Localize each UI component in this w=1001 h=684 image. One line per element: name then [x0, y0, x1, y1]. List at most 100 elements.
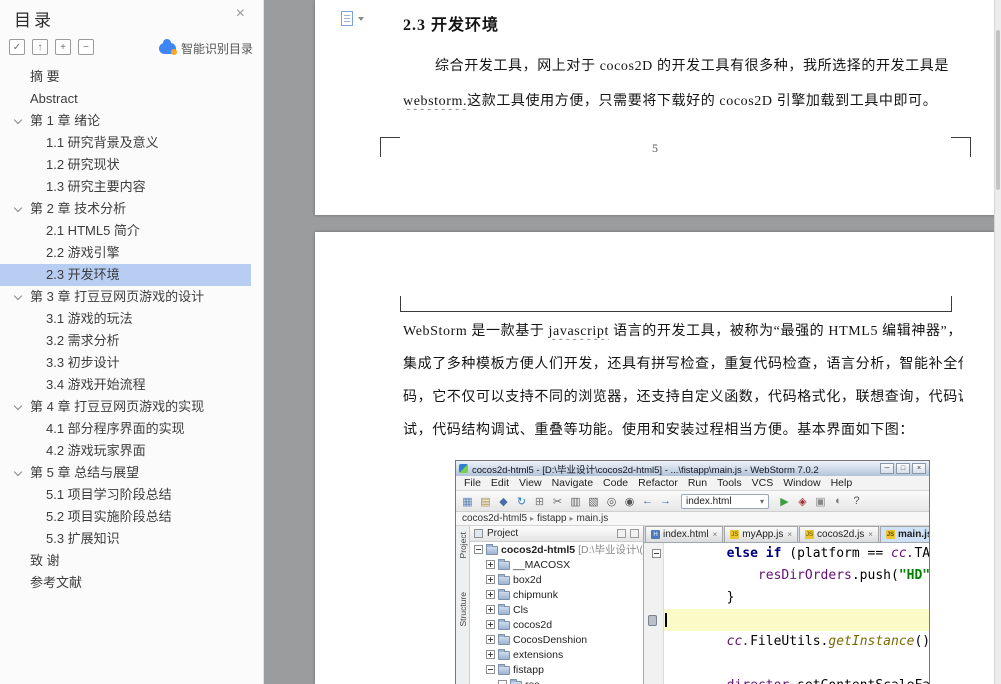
open-icon[interactable]: ▤: [478, 494, 493, 509]
hide-panel-icon[interactable]: [630, 529, 639, 538]
print-icon[interactable]: ⊞: [532, 494, 547, 509]
toc-item[interactable]: 1.3 研究主要内容: [0, 176, 263, 198]
toc-item[interactable]: 2.1 HTML5 简介: [0, 220, 263, 242]
chevron-down-icon[interactable]: [13, 291, 23, 301]
editor-tab[interactable]: Hindex.html ×: [645, 526, 724, 542]
vertical-scrollbar[interactable]: [994, 0, 1001, 684]
tree-item[interactable]: fistapp: [470, 662, 643, 677]
tree-item[interactable]: CocosDenshion: [470, 632, 643, 647]
expand-icon[interactable]: [486, 620, 495, 629]
copy-icon[interactable]: ▥: [568, 494, 583, 509]
comment-dropdown-icon[interactable]: [358, 17, 364, 21]
expand-icon[interactable]: [486, 650, 495, 659]
menu-item[interactable]: Help: [826, 477, 858, 489]
menu-item[interactable]: Edit: [486, 477, 514, 489]
tree-root[interactable]: cocos2d-html5 [D:\毕业设计\(co: [470, 542, 643, 557]
toc-item[interactable]: 2.2 游戏引擎: [0, 242, 263, 264]
menu-item[interactable]: VCS: [747, 477, 779, 489]
breadcrumb-item[interactable]: cocos2d-html5: [462, 513, 527, 524]
editor-tab[interactable]: JSmain.js×: [879, 526, 929, 542]
toc-expand-all-icon[interactable]: +: [55, 39, 71, 55]
toc-item[interactable]: 第 4 章 打豆豆网页游戏的实现: [0, 396, 263, 418]
toc-level-up-icon[interactable]: ↑: [32, 39, 48, 55]
save-icon[interactable]: ◆: [496, 494, 511, 509]
run-config-combo[interactable]: index.html ▾: [681, 493, 769, 509]
menu-item[interactable]: View: [514, 477, 547, 489]
toc-item[interactable]: 5.3 扩展知识: [0, 528, 263, 550]
tree-item[interactable]: Cls: [470, 602, 643, 617]
paste-icon[interactable]: ▧: [586, 494, 601, 509]
menu-item[interactable]: Tools: [712, 477, 747, 489]
toc-item[interactable]: 3.2 需求分析: [0, 330, 263, 352]
tool-window-button[interactable]: Structure: [458, 592, 468, 627]
new-icon[interactable]: ▦: [460, 494, 475, 509]
expand-icon[interactable]: [486, 590, 495, 599]
chevron-down-icon[interactable]: [13, 115, 23, 125]
collapse-icon[interactable]: [474, 545, 483, 554]
settings-icon[interactable]: ◐: [831, 494, 846, 509]
toc-item[interactable]: 4.1 部分程序界面的实现: [0, 418, 263, 440]
toc-item[interactable]: 5.2 项目实施阶段总结: [0, 506, 263, 528]
coverage-icon[interactable]: ▣: [813, 494, 828, 509]
toc-item[interactable]: 3.4 游戏开始流程: [0, 374, 263, 396]
toc-item[interactable]: 4.2 游戏玩家界面: [0, 440, 263, 462]
toc-check-icon[interactable]: ✓: [9, 39, 25, 55]
menu-item[interactable]: Run: [683, 477, 712, 489]
maximize-icon[interactable]: □: [896, 463, 910, 474]
cut-icon[interactable]: ✂: [550, 494, 565, 509]
toc-item[interactable]: 第 5 章 总结与展望: [0, 462, 263, 484]
debug-icon[interactable]: ◈: [795, 494, 810, 509]
chevron-down-icon[interactable]: [13, 467, 23, 477]
collapse-icon[interactable]: [498, 680, 507, 684]
toc-item[interactable]: 第 2 章 技术分析: [0, 198, 263, 220]
tree-item[interactable]: res: [470, 677, 643, 684]
editor-tab[interactable]: JS myApp.js ×: [724, 526, 799, 542]
toc-item[interactable]: 摘 要: [0, 66, 263, 88]
toc-item[interactable]: 第 3 章 打豆豆网页游戏的设计: [0, 286, 263, 308]
menu-item[interactable]: File: [459, 477, 486, 489]
close-tab-icon[interactable]: ×: [787, 530, 792, 539]
toc-item[interactable]: 2.3 开发环境: [0, 264, 251, 286]
run-icon[interactable]: ▶: [777, 494, 792, 509]
replace-icon[interactable]: ◉: [622, 494, 637, 509]
breadcrumb-item[interactable]: fistapp: [537, 513, 566, 524]
close-tab-icon[interactable]: ×: [713, 530, 718, 539]
menu-item[interactable]: Refactor: [633, 477, 683, 489]
menu-item[interactable]: Navigate: [547, 477, 598, 489]
toc-item[interactable]: 第 1 章 绪论: [0, 110, 263, 132]
close-tab-icon[interactable]: ×: [868, 530, 873, 539]
chevron-down-icon[interactable]: [13, 401, 23, 411]
toc-item[interactable]: 参考文献: [0, 572, 263, 594]
code-area[interactable]: else if (platform == cc.TA resDirOrders.…: [664, 543, 929, 684]
tree-item[interactable]: box2d: [470, 572, 643, 587]
toc-collapse-all-icon[interactable]: −: [78, 39, 94, 55]
close-icon[interactable]: ×: [912, 463, 926, 474]
scrollbar-thumb[interactable]: [996, 30, 1000, 190]
toc-item[interactable]: 3.1 游戏的玩法: [0, 308, 263, 330]
toc-item[interactable]: Abstract: [0, 88, 263, 110]
expand-icon[interactable]: [486, 560, 495, 569]
tree-item[interactable]: chipmunk: [470, 587, 643, 602]
menu-item[interactable]: Code: [598, 477, 633, 489]
expand-icon[interactable]: [486, 605, 495, 614]
back-icon[interactable]: ←: [640, 494, 655, 509]
close-icon[interactable]: ×: [236, 5, 245, 23]
find-icon[interactable]: ◎: [604, 494, 619, 509]
editor-tab[interactable]: JS cocos2d.js ×: [799, 526, 879, 542]
toc-item[interactable]: 5.1 项目学习阶段总结: [0, 484, 263, 506]
breadcrumb-item[interactable]: main.js: [577, 513, 609, 524]
settings-icon[interactable]: [617, 529, 626, 538]
collapse-icon[interactable]: [486, 665, 495, 674]
tool-window-button[interactable]: Project: [458, 532, 468, 558]
menu-item[interactable]: Window: [778, 477, 825, 489]
toc-item[interactable]: 致 谢: [0, 550, 263, 572]
toc-item[interactable]: 1.1 研究背景及意义: [0, 132, 263, 154]
toc-item[interactable]: 1.2 研究现状: [0, 154, 263, 176]
smart-toc-button[interactable]: 智能识别目录: [158, 39, 253, 57]
tree-item[interactable]: cocos2d: [470, 617, 643, 632]
help-icon[interactable]: ?: [849, 494, 864, 509]
sync-icon[interactable]: ↻: [514, 494, 529, 509]
fold-collapse-icon[interactable]: [652, 549, 661, 558]
expand-icon[interactable]: [486, 575, 495, 584]
tree-item[interactable]: __MACOSX: [470, 557, 643, 572]
